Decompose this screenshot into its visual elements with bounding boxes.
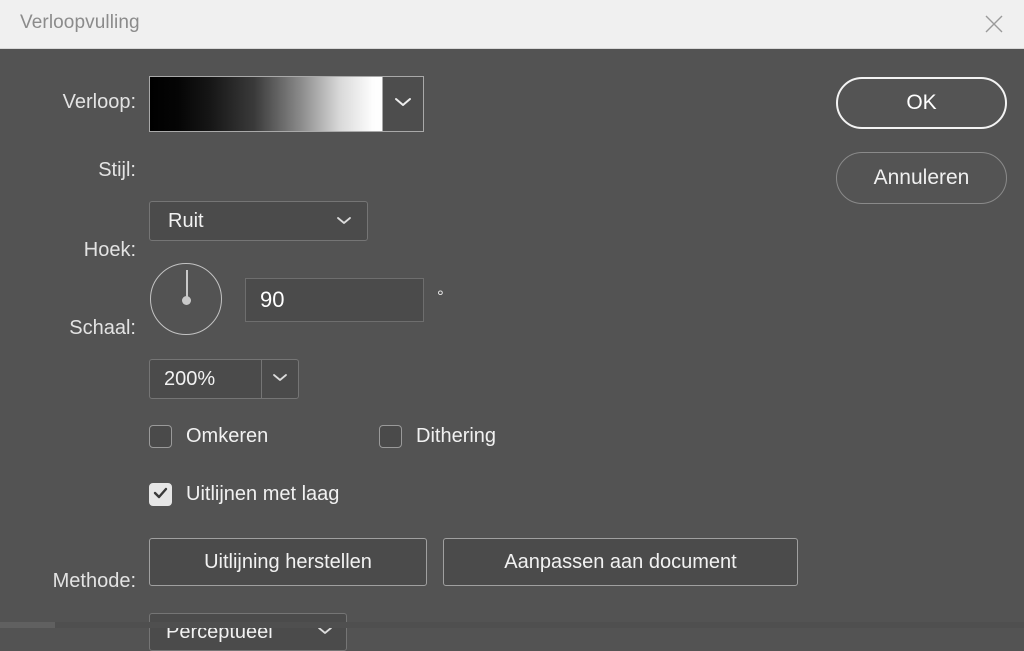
- dither-checkbox-row[interactable]: Dithering: [379, 425, 496, 448]
- fit-to-document-button[interactable]: Aanpassen aan document: [443, 538, 798, 586]
- bottom-left-fragment: [0, 622, 55, 628]
- angle-dial[interactable]: [150, 263, 224, 337]
- dither-checkbox[interactable]: [379, 425, 402, 448]
- dither-label: Dithering: [416, 425, 497, 447]
- align-with-layer-checkbox-row[interactable]: Uitlijnen met laag: [149, 483, 339, 506]
- close-icon: [983, 13, 1005, 35]
- angle-label: Hoek:: [83, 239, 136, 261]
- gradient-picker[interactable]: [149, 76, 424, 132]
- dialog-body: Verloop: Stijl: Ruit Hoek: 90 ° Schaal: …: [0, 49, 1024, 651]
- method-label: Methode:: [52, 570, 136, 592]
- reverse-checkbox[interactable]: [149, 425, 172, 448]
- style-dropdown-arrow[interactable]: [335, 202, 353, 242]
- style-value: Ruit: [168, 209, 204, 232]
- method-select[interactable]: Perceptueel: [149, 613, 347, 651]
- style-select[interactable]: Ruit: [149, 201, 368, 241]
- align-with-layer-label: Uitlijnen met laag: [186, 483, 340, 505]
- gradient-dropdown-button[interactable]: [383, 77, 423, 131]
- chevron-down-icon: [335, 213, 353, 231]
- scale-combobox[interactable]: 200%: [149, 359, 299, 399]
- gradient-preview-swatch[interactable]: [150, 77, 383, 131]
- chevron-down-icon: [393, 95, 413, 113]
- check-icon: [153, 486, 168, 504]
- chevron-down-icon: [271, 370, 289, 388]
- method-dropdown-arrow[interactable]: [316, 614, 334, 650]
- scale-dropdown-arrow[interactable]: [262, 360, 298, 398]
- gradient-fill-dialog: Verloopvulling Verloop: Stijl: Ruit Hoek…: [0, 0, 1024, 651]
- bottom-edge-strip: [0, 622, 1024, 628]
- angle-value: 90: [260, 287, 285, 312]
- angle-input[interactable]: 90: [245, 278, 424, 322]
- scale-value[interactable]: 200%: [150, 360, 262, 398]
- ok-button[interactable]: OK: [836, 77, 1007, 129]
- dialog-title: Verloopvulling: [20, 12, 140, 33]
- cancel-button[interactable]: Annuleren: [836, 152, 1007, 204]
- scale-label: Schaal:: [69, 317, 136, 339]
- reverse-label: Omkeren: [186, 425, 269, 447]
- style-label: Stijl:: [98, 159, 136, 181]
- align-with-layer-checkbox[interactable]: [149, 483, 172, 506]
- reverse-checkbox-row[interactable]: Omkeren: [149, 425, 268, 448]
- degree-unit-label: °: [437, 287, 444, 306]
- angle-dial-hub: [182, 296, 191, 305]
- titlebar: Verloopvulling: [0, 0, 1024, 49]
- reset-alignment-button[interactable]: Uitlijning herstellen: [149, 538, 427, 586]
- gradient-label: Verloop:: [62, 91, 136, 113]
- close-button[interactable]: [964, 0, 1024, 48]
